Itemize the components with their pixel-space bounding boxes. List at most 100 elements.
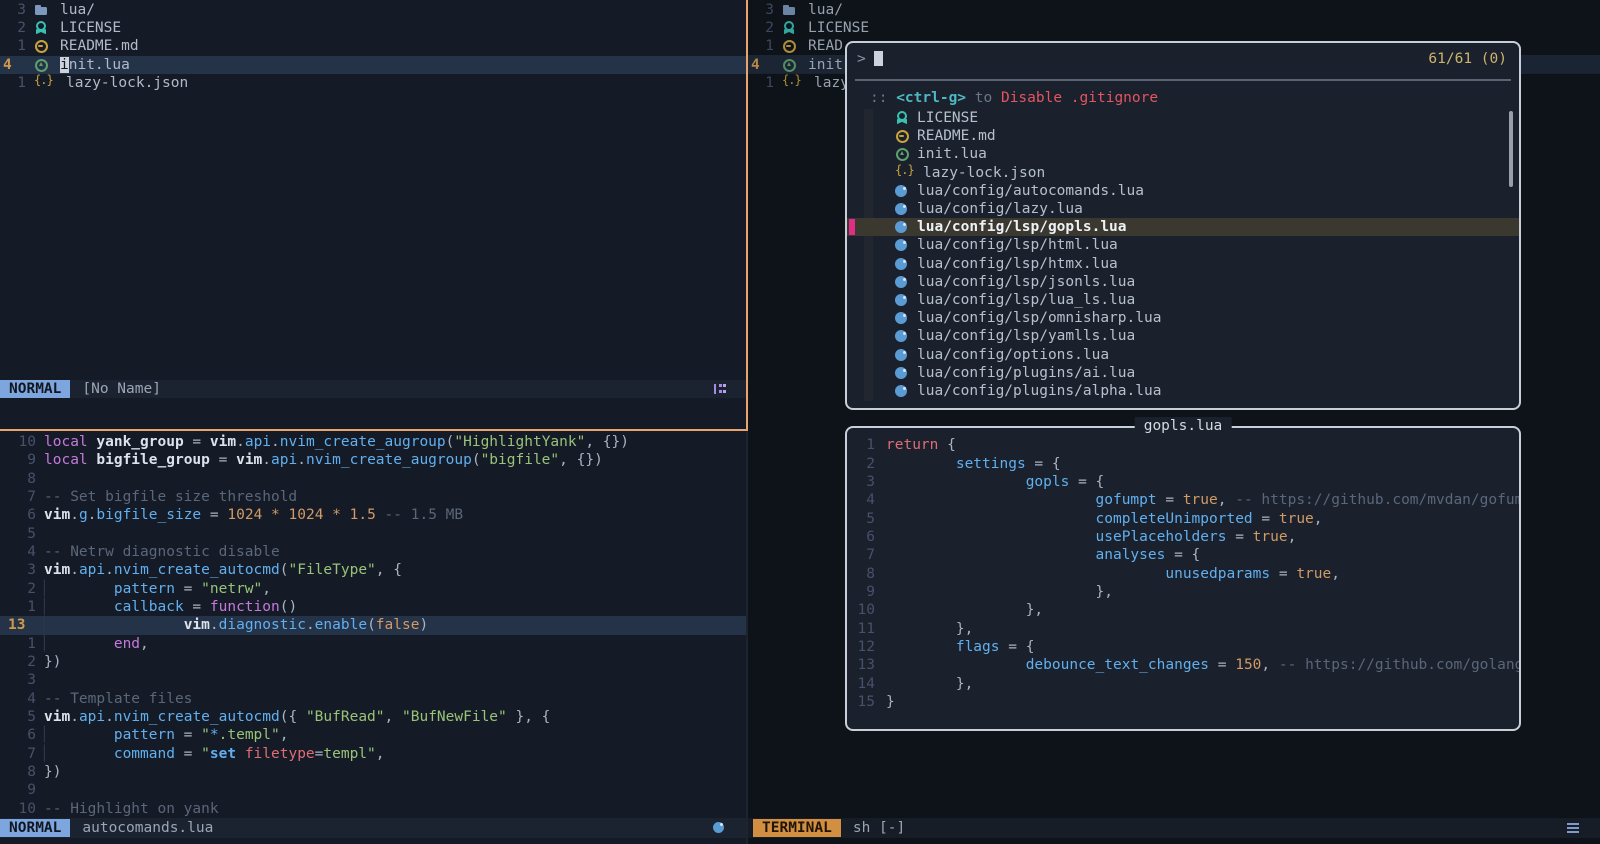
code-line: 15} <box>847 693 1519 711</box>
finder-item[interactable]: lua/config/lazy.lua <box>847 200 1519 218</box>
finder-item[interactable]: lazy-lock.json <box>847 164 1519 182</box>
finder-item[interactable]: lua/config/plugins/ai.lua <box>847 364 1519 382</box>
line-number: 6 <box>847 529 875 545</box>
file-row[interactable]: 3 lua/ <box>0 1 746 19</box>
code-line: 11 }, <box>847 619 1519 637</box>
line-number: 4 <box>847 492 875 508</box>
code-line: 6vim.g.bigfile_size = 1024 * 1024 * 1.5 … <box>0 506 746 524</box>
line-number: 1 <box>0 38 26 54</box>
code-text: local yank_group = vim.api.nvim_create_a… <box>44 434 629 450</box>
finder-prompt[interactable]: > 61/61 (0) <box>857 49 1507 68</box>
code-text: }, <box>886 602 1043 618</box>
file-name: README.md <box>60 38 139 54</box>
finder-header: :: <ctrl-g> to Disable .gitignore <box>870 90 1158 108</box>
finder-item[interactable]: lua/config/options.lua <box>847 345 1519 363</box>
code-line: 14 }, <box>847 674 1519 692</box>
finder-item-label: lua/config/lazy.lua <box>917 201 1083 217</box>
line-number: 1 <box>748 75 774 91</box>
code-line: 6 usePlaceholders = true, <box>847 528 1519 546</box>
license-icon <box>782 21 796 35</box>
finder-results-list[interactable]: LICENSEREADME.mdinit.lualazy-lock.jsonlu… <box>847 109 1519 400</box>
finder-item[interactable]: lua/config/lsp/lua_ls.lua <box>847 291 1519 309</box>
line-number: 13 <box>0 617 36 633</box>
finder-item[interactable]: LICENSE <box>847 109 1519 127</box>
code-text: -- Highlight on yank <box>44 801 219 817</box>
code-text: ▏ vim.diagnostic.enable(false) <box>44 617 428 633</box>
finder-item-label: lua/config/lsp/html.lua <box>917 237 1118 253</box>
finder-item-label: lua/config/lsp/omnisharp.lua <box>917 310 1161 326</box>
finder-item[interactable]: lua/config/lsp/yamlls.lua <box>847 327 1519 345</box>
tree-icon <box>713 383 726 395</box>
code-line: 8 unusedparams = true, <box>847 564 1519 582</box>
code-text: settings = { <box>886 456 1061 472</box>
fuzzy-finder-window[interactable]: > 61/61 (0) :: <ctrl-g> to Disable .giti… <box>845 41 1521 410</box>
line-number: 3 <box>0 2 26 18</box>
readme-icon <box>782 39 796 53</box>
finder-item-label: lua/config/lsp/yamlls.lua <box>917 328 1135 344</box>
code-text: flags = { <box>886 639 1034 655</box>
line-number: 2 <box>0 654 36 670</box>
finder-item[interactable]: lua/config/lsp/jsonls.lua <box>847 273 1519 291</box>
file-name: lua/ <box>60 2 95 18</box>
finder-item[interactable]: lua/config/plugins/alpha.lua <box>847 382 1519 400</box>
code-text: gopls = { <box>886 474 1104 490</box>
line-number: 7 <box>0 746 36 762</box>
code-text: }) <box>44 764 61 780</box>
file-row[interactable]: 2LICENSE <box>0 19 746 37</box>
code-line: 12 flags = { <box>847 638 1519 656</box>
left-editor-pane: 3 lua/2LICENSE1 README.md 4init.lua1lazy-lo… <box>0 0 746 844</box>
finder-item[interactable]: lua/config/autocomands.lua <box>847 182 1519 200</box>
finder-item[interactable]: lua/config/lsp/gopls.lua <box>847 218 1519 236</box>
code-text: completeUnimported = true, <box>886 511 1323 527</box>
file-row[interactable]: 1 README.md <box>0 37 746 55</box>
code-line: 1return { <box>847 436 1519 454</box>
file-name: LICENSE <box>808 20 869 36</box>
finder-item[interactable]: README.md <box>847 127 1519 145</box>
line-number: 8 <box>847 566 875 582</box>
lua-icon <box>895 293 909 307</box>
right-terminal-pane: 3lua/2LICENSE1READ4init1lazy TERMINAL sh… <box>748 0 1600 844</box>
statusline-code: NORMAL autocomands.lua <box>0 818 746 838</box>
finder-item[interactable]: lua/config/lsp/omnisharp.lua <box>847 309 1519 327</box>
json-icon <box>34 76 54 90</box>
finder-item[interactable]: lua/config/lsp/htmx.lua <box>847 255 1519 273</box>
code-text: gofumpt = true, -- https://github.com/mv… <box>886 492 1519 508</box>
preview-code: 1return {2 settings = {3 gopls = {4 gofu… <box>847 436 1519 711</box>
line-number: 8 <box>0 471 36 487</box>
file-row[interactable]: 2LICENSE <box>748 19 1600 37</box>
file-row[interactable]: 4init.lua <box>0 56 746 74</box>
code-text: vim.api.nvim_create_autocmd("FileType", … <box>44 562 402 578</box>
preview-title: gopls.lua <box>1135 417 1232 435</box>
finder-scrollbar[interactable] <box>1509 111 1513 187</box>
file-name: READ <box>808 38 843 54</box>
line-number: 4 <box>0 57 26 73</box>
folder-icon <box>34 3 48 17</box>
finder-item[interactable]: lua/config/lsp/html.lua <box>847 236 1519 254</box>
line-number: 4 <box>748 57 774 73</box>
finder-item-label: lua/config/lsp/gopls.lua <box>917 219 1127 235</box>
line-number: 10 <box>0 801 36 817</box>
file-explorer-left[interactable]: 3 lua/2LICENSE1 README.md 4init.lua1lazy-lo… <box>0 1 746 92</box>
line-number: 2 <box>847 456 875 472</box>
finder-item[interactable]: init.lua <box>847 145 1519 163</box>
code-text: }, <box>886 676 973 692</box>
json-icon <box>782 76 802 90</box>
finder-item-label: lua/config/lsp/lua_ls.lua <box>917 292 1135 308</box>
statusline-filename: autocomands.lua <box>82 820 213 836</box>
code-text: }, <box>886 621 973 637</box>
line-number: 1 <box>748 38 774 54</box>
lua-icon <box>895 202 909 216</box>
file-row[interactable]: 3lua/ <box>748 1 1600 19</box>
code-line: 9 }, <box>847 583 1519 601</box>
line-number: 3 <box>748 2 774 18</box>
code-editor-autocomands[interactable]: 10 local yank_group = vim.api.nvim_create… <box>0 433 746 818</box>
lua-icon <box>895 366 909 380</box>
code-text: }) <box>44 654 61 670</box>
code-text: unusedparams = true, <box>886 566 1340 582</box>
line-number: 4 <box>0 544 36 560</box>
preview-window: gopls.lua 1return {2 settings = {3 gopls… <box>845 426 1521 731</box>
file-row[interactable]: 1lazy-lock.json <box>0 74 746 92</box>
finder-item-label: init.lua <box>917 146 987 162</box>
code-line: 13 ▏ vim.diagnostic.enable(false) <box>0 616 746 634</box>
mode-badge-normal: NORMAL <box>0 819 70 837</box>
